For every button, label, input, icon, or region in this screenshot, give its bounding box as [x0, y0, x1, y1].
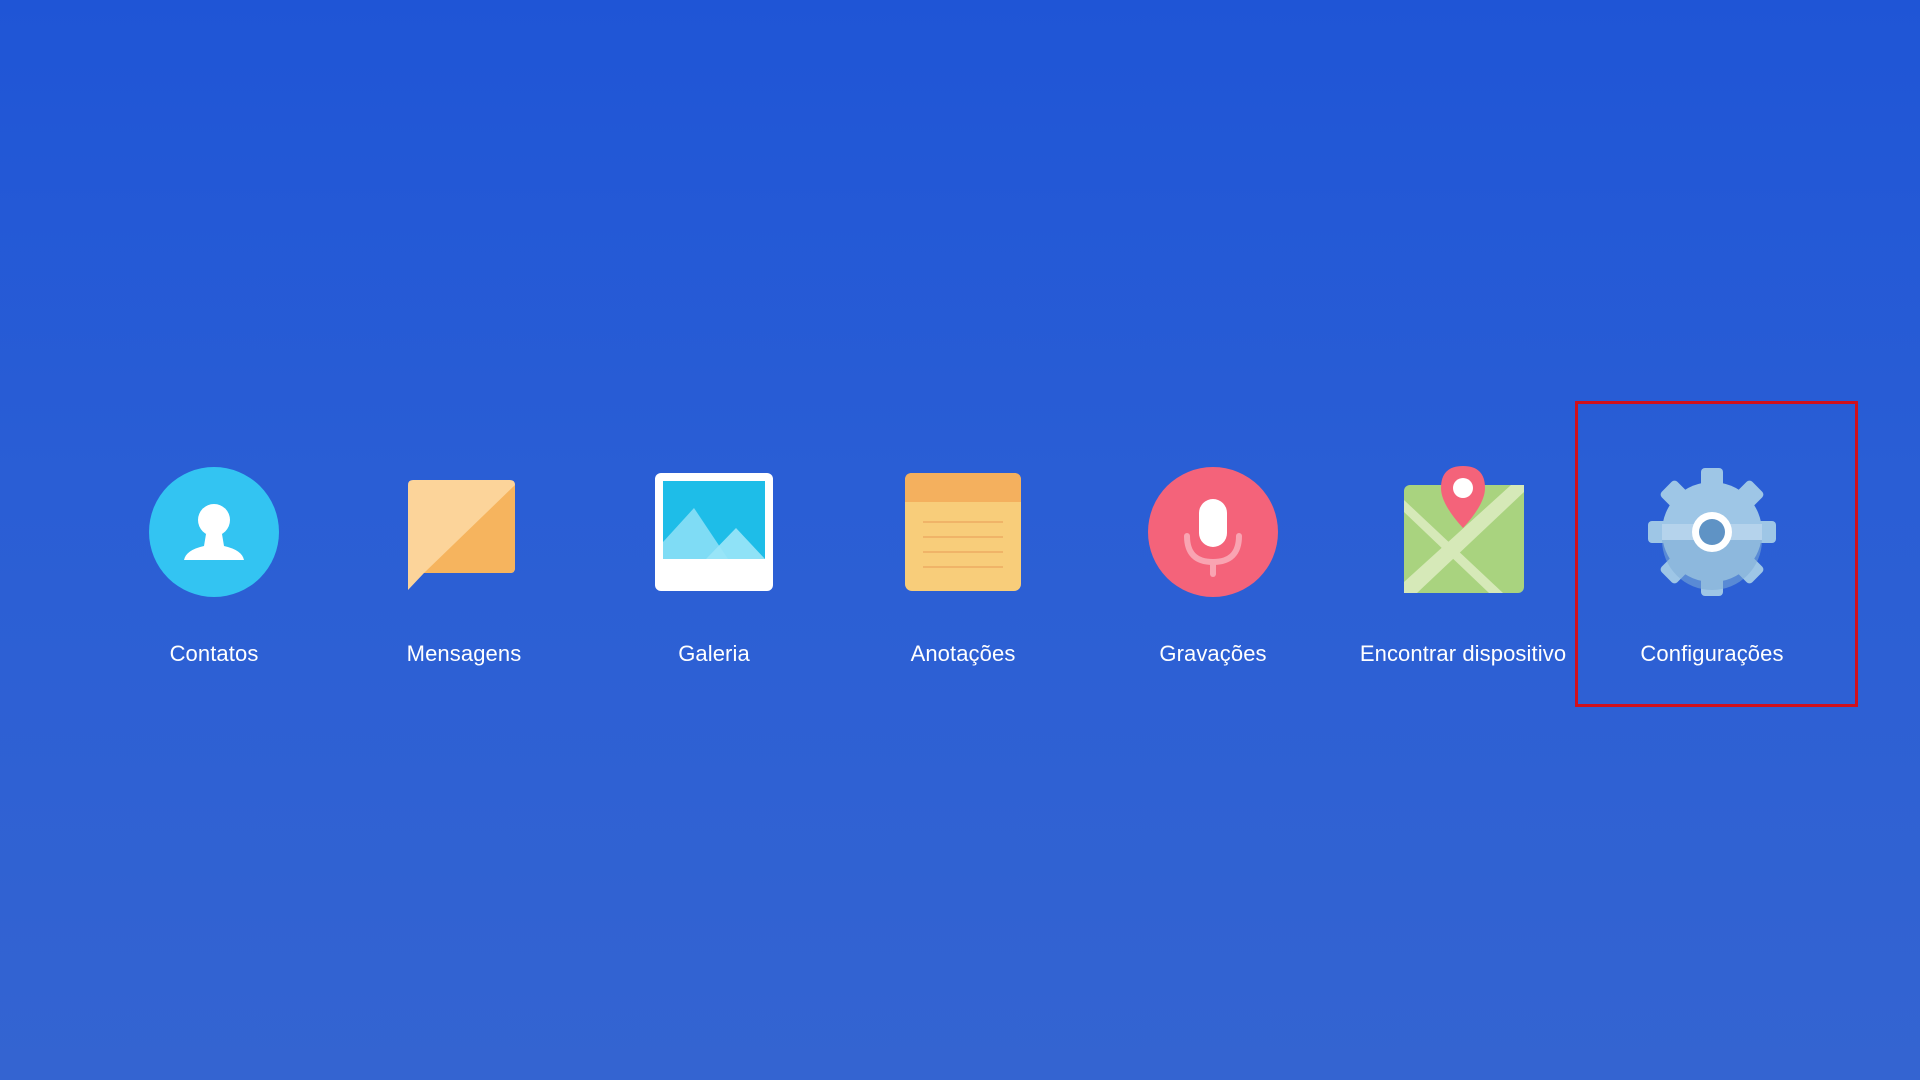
messages-icon — [394, 462, 534, 602]
app-label: Galeria — [678, 641, 750, 666]
app-label: Anotações — [910, 641, 1016, 666]
app-label: Gravações — [1159, 641, 1267, 666]
app-label: Contatos — [169, 641, 259, 666]
notes-icon — [893, 462, 1033, 602]
app-label: Mensagens — [406, 641, 522, 666]
contacts-icon — [144, 462, 284, 602]
gallery-icon — [644, 462, 784, 602]
app-find-device[interactable]: Encontrar dispositivo — [1338, 450, 1588, 680]
app-gallery[interactable]: Galeria — [589, 450, 839, 680]
app-settings[interactable]: Configurações — [1587, 450, 1837, 680]
app-label: Configurações — [1640, 641, 1784, 666]
settings-icon — [1642, 462, 1782, 602]
app-grid: Contatos Mensagens Galeria Anotações Gra… — [0, 0, 1920, 1080]
app-messages[interactable]: Mensagens — [339, 450, 589, 680]
app-contacts[interactable]: Contatos — [89, 450, 339, 680]
app-notes[interactable]: Anotações — [838, 450, 1088, 680]
app-label: Encontrar dispositivo — [1359, 641, 1567, 666]
find-device-icon — [1393, 462, 1533, 602]
app-recorder[interactable]: Gravações — [1088, 450, 1338, 680]
recorder-icon — [1143, 462, 1283, 602]
